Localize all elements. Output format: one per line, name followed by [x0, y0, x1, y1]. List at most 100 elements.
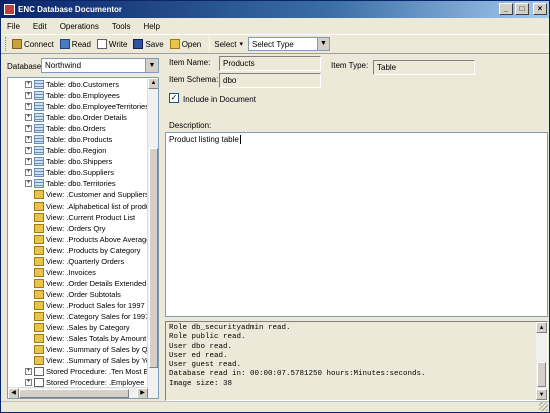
dropdown-arrow-icon[interactable]: ▼	[145, 59, 158, 72]
tree-item[interactable]: View: .Customer and Suppliers by City	[8, 189, 148, 200]
tree-horizontal-scrollbar[interactable]: ◀ ▶	[8, 387, 148, 398]
tree-item[interactable]: View: .Quarterly Orders	[8, 256, 148, 267]
tree-item[interactable]: View: .Products Above Average Price	[8, 234, 148, 245]
resize-grip-icon[interactable]	[539, 402, 548, 411]
tree-item[interactable]: + Table: dbo.Customers	[8, 79, 148, 90]
tree-item[interactable]: View: .Orders Qry	[8, 223, 148, 234]
minimize-button[interactable]: _	[499, 3, 513, 15]
include-checkbox[interactable]: ✓	[169, 93, 179, 103]
expand-icon[interactable]: +	[25, 147, 32, 155]
scroll-left-icon[interactable]: ◀	[8, 388, 19, 398]
object-tree[interactable]: + Table: dbo.Customers + Table: dbo.Employe…	[7, 77, 159, 399]
expand-icon[interactable]: +	[25, 92, 32, 100]
connect-button[interactable]: Connect	[11, 38, 55, 50]
tree-item-label: View: .Product Sales for 1997	[46, 300, 145, 310]
connect-icon	[12, 39, 22, 49]
table-icon	[34, 113, 44, 123]
expand-icon[interactable]: +	[25, 114, 32, 122]
tree-item[interactable]: View: .Summary of Sales by Year	[8, 355, 148, 366]
tree-item[interactable]: View: .Category Sales for 1997	[8, 311, 148, 322]
tree-item[interactable]: + Stored Procedure: .Ten Most Expensive P…	[8, 366, 148, 377]
save-button[interactable]: Save	[132, 38, 164, 50]
view-folder-icon	[34, 223, 44, 233]
tree-item[interactable]: View: .Products by Category	[8, 245, 148, 256]
tree-vertical-scrollbar[interactable]: ▲	[147, 78, 158, 398]
stored-procedure-icon	[34, 367, 44, 377]
view-folder-icon	[34, 312, 44, 321]
scroll-up-icon[interactable]: ▲	[148, 78, 158, 89]
item-schema-field: dbo	[219, 73, 321, 88]
tree-item[interactable]: View: .Summary of Sales by Quarter	[8, 344, 148, 355]
scroll-down-icon[interactable]: ▼	[536, 389, 547, 400]
view-folder-icon	[34, 256, 44, 266]
dropdown-arrow-icon[interactable]: ▼	[317, 38, 330, 50]
menu-operations[interactable]: Operations	[60, 22, 99, 31]
scroll-thumb[interactable]	[537, 362, 546, 387]
include-label[interactable]: Include in Document	[183, 95, 256, 104]
maximize-button[interactable]: □	[515, 3, 529, 15]
tree-item-label: Table: dbo.EmployeeTerritories	[46, 102, 148, 112]
tree-item[interactable]: View: .Order Details Extended	[8, 278, 148, 289]
tree-item[interactable]: + Table: dbo.Products	[8, 134, 148, 145]
expand-icon[interactable]: +	[25, 158, 32, 166]
view-folder-icon	[34, 190, 44, 200]
menu-bar: File Edit Operations Tools Help	[1, 18, 549, 34]
view-folder-icon	[34, 212, 44, 222]
tree-item[interactable]: + Table: dbo.Order Details	[8, 112, 148, 123]
view-folder-icon	[34, 201, 44, 211]
open-button[interactable]: Open	[169, 38, 203, 50]
close-button[interactable]: ×	[533, 3, 547, 15]
expand-icon[interactable]: +	[25, 125, 32, 133]
item-type-field: Table	[373, 60, 475, 75]
pane-splitter[interactable]	[161, 56, 164, 401]
tree-item-label: Stored Procedure: .Ten Most Expensive Pr…	[46, 367, 148, 377]
scroll-thumb[interactable]	[19, 389, 129, 398]
toolbar-grip[interactable]	[5, 37, 8, 51]
tree-item[interactable]: View: .Invoices	[8, 267, 148, 278]
tree-item-label: Table: dbo.Territories	[46, 179, 116, 189]
tree-item[interactable]: + Table: dbo.Employees	[8, 90, 148, 101]
menu-tools[interactable]: Tools	[112, 22, 131, 31]
scroll-thumb[interactable]	[149, 148, 158, 368]
tree-item[interactable]: View: .Sales by Category	[8, 322, 148, 333]
tree-item[interactable]: + Table: dbo.Territories	[8, 178, 148, 189]
table-icon	[34, 80, 44, 90]
log-line: User dbo read.	[169, 342, 233, 351]
scroll-up-icon[interactable]: ▲	[536, 322, 547, 333]
tree-item[interactable]: View: .Sales Totals by Amount	[8, 333, 148, 344]
expand-icon[interactable]: +	[25, 103, 32, 111]
menu-edit[interactable]: Edit	[33, 22, 47, 31]
tree-item[interactable]: + Table: dbo.Region	[8, 145, 148, 156]
expand-icon[interactable]: +	[25, 136, 32, 144]
read-button[interactable]: Read	[59, 38, 92, 50]
title-bar[interactable]: ENC Database Documentor _ □ ×	[1, 1, 549, 18]
log-line: Image size: 38	[169, 379, 233, 388]
tree-item[interactable]: + Table: dbo.Suppliers	[8, 167, 148, 178]
expand-icon[interactable]: +	[25, 81, 32, 89]
view-folder-icon	[34, 356, 44, 366]
database-select[interactable]: Northwind ▼	[41, 58, 159, 73]
select-dropdown-button[interactable]: Select ▾	[213, 39, 244, 50]
menu-help[interactable]: Help	[144, 22, 160, 31]
expand-icon[interactable]: +	[25, 169, 32, 177]
scroll-right-icon[interactable]: ▶	[137, 388, 148, 398]
type-select[interactable]: Select Type ▼	[248, 37, 331, 51]
expand-icon[interactable]: +	[25, 180, 32, 188]
tree-item[interactable]: View: .Alphabetical list of products	[8, 201, 148, 212]
tree-item-label: View: .Invoices	[46, 267, 96, 277]
log-scrollbar[interactable]: ▲ ▼	[536, 322, 547, 400]
description-textarea[interactable]: Product listing table	[165, 132, 548, 317]
tree-item-label: Table: dbo.Region	[46, 146, 107, 156]
tree-item-label: View: .Products by Category	[46, 245, 141, 255]
tree-item[interactable]: View: .Order Subtotals	[8, 289, 148, 300]
tree-item[interactable]: + Table: dbo.Orders	[8, 123, 148, 134]
expand-icon[interactable]: +	[25, 379, 32, 387]
expand-icon[interactable]: +	[25, 368, 32, 376]
log-output[interactable]: Role db_securityadmin read. Role public r…	[165, 321, 548, 401]
tree-item[interactable]: + Table: dbo.Shippers	[8, 156, 148, 167]
write-button[interactable]: Write	[96, 38, 129, 50]
tree-item[interactable]: View: .Product Sales for 1997	[8, 300, 148, 311]
tree-item[interactable]: View: .Current Product List	[8, 212, 148, 223]
menu-file[interactable]: File	[7, 22, 20, 31]
tree-item[interactable]: + Table: dbo.EmployeeTerritories	[8, 101, 148, 112]
